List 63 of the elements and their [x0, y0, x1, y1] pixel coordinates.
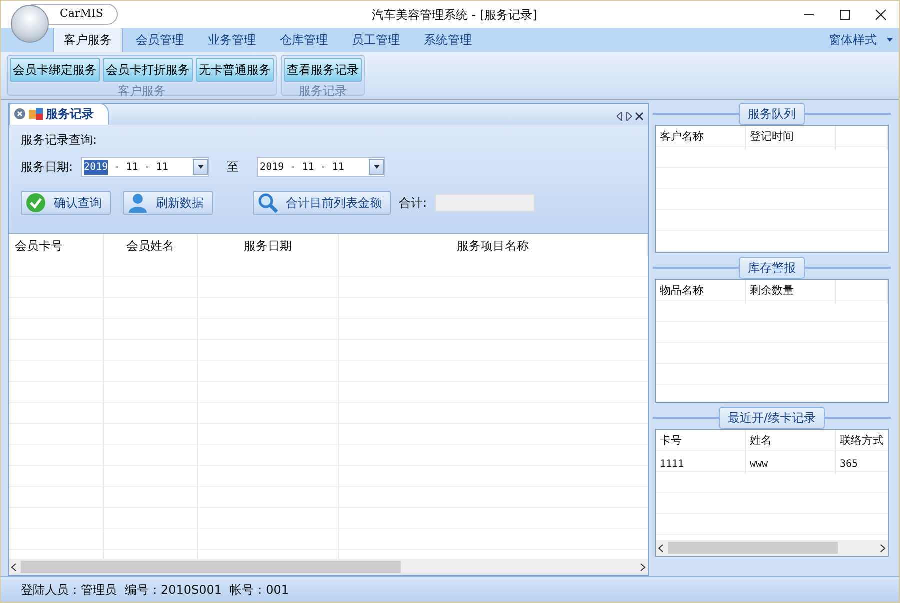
check-icon [26, 193, 46, 213]
column-header: 卡号 [656, 430, 746, 454]
scroll-left-icon[interactable] [11, 562, 17, 572]
horizontal-scrollbar[interactable] [656, 540, 888, 556]
ribbon-button[interactable]: 查看服务记录 [284, 58, 362, 82]
close-icon[interactable] [875, 8, 887, 20]
column-header: 服务项目名称 [339, 234, 648, 256]
table-cell: www [746, 454, 836, 474]
ribbon-button[interactable]: 无卡普通服务 [196, 58, 274, 82]
status-text: 编号：2010S001 [125, 582, 222, 598]
ribbon-tab[interactable]: 客户服务 [53, 27, 123, 52]
status-text: 登陆人员：管理员 [21, 582, 117, 598]
search-icon [258, 193, 278, 213]
ribbon-tab[interactable]: 系统管理 [413, 27, 483, 52]
date-field[interactable]: 2019 - 11 - 11 [81, 157, 210, 177]
maximize-icon[interactable] [839, 8, 851, 20]
status-text: 帐号：001 [230, 582, 289, 598]
dropdown-icon[interactable] [198, 165, 204, 169]
document-icon [29, 108, 43, 120]
column-header: 物品名称 [656, 280, 746, 304]
query-button[interactable]: 确认查询 [21, 191, 111, 215]
total-label: 合计: [399, 195, 428, 212]
document-tab[interactable]: 服务记录 [9, 103, 109, 125]
column-header: 剩余数量 [746, 280, 836, 304]
style-menu[interactable]: 窗体样式 [829, 31, 877, 49]
column-header: 会员卡号 [9, 234, 104, 256]
query-heading: 服务记录查询: [21, 132, 98, 149]
date-label: 服务日期: [21, 159, 74, 176]
horizontal-scrollbar[interactable] [9, 559, 648, 575]
close-icon[interactable] [635, 112, 644, 121]
table-cell: 1111 [656, 454, 746, 474]
to-label: 至 [227, 159, 240, 176]
scroll-left-icon[interactable] [617, 112, 623, 121]
dropdown-icon[interactable] [374, 165, 380, 169]
scroll-right-icon[interactable] [626, 112, 632, 121]
group-label: 客户服务 [117, 83, 167, 100]
ribbon-tab[interactable]: 业务管理 [197, 27, 267, 52]
panel-title: 最近开/续卡记录 [718, 407, 826, 429]
scroll-right-icon[interactable] [640, 562, 646, 572]
ribbon-tab[interactable]: 员工管理 [341, 27, 411, 52]
scroll-left-icon[interactable] [658, 544, 664, 552]
column-header: 服务日期 [198, 234, 339, 256]
column-header: 联络方式 [836, 430, 891, 454]
ribbon-tab[interactable]: 仓库管理 [269, 27, 339, 52]
column-header: 登记时间 [746, 126, 836, 150]
dropdown-icon[interactable] [887, 38, 893, 42]
column-header: 姓名 [746, 430, 836, 454]
query-button[interactable]: 刷新数据 [123, 191, 213, 215]
date-field[interactable]: 2019 - 11 - 11 [257, 157, 386, 177]
query-button[interactable]: 合计目前列表金额 [253, 191, 391, 215]
column-header: 客户名称 [656, 126, 746, 150]
panel-title: 服务队列 [739, 103, 805, 125]
scroll-right-icon[interactable] [880, 544, 886, 552]
window-title: 汽车美容管理系统 - [服务记录] [371, 6, 538, 24]
group-label: 服务记录 [298, 83, 348, 100]
table-cell: 365 [836, 454, 891, 474]
ribbon-button[interactable]: 会员卡绑定服务 [10, 58, 100, 82]
panel-title: 库存警报 [739, 257, 805, 279]
column-header: 会员姓名 [104, 234, 198, 256]
ribbon-button[interactable]: 会员卡打折服务 [103, 58, 193, 82]
total-field[interactable] [435, 194, 536, 212]
person-icon [128, 193, 148, 213]
ribbon-tab[interactable]: 会员管理 [125, 27, 195, 52]
